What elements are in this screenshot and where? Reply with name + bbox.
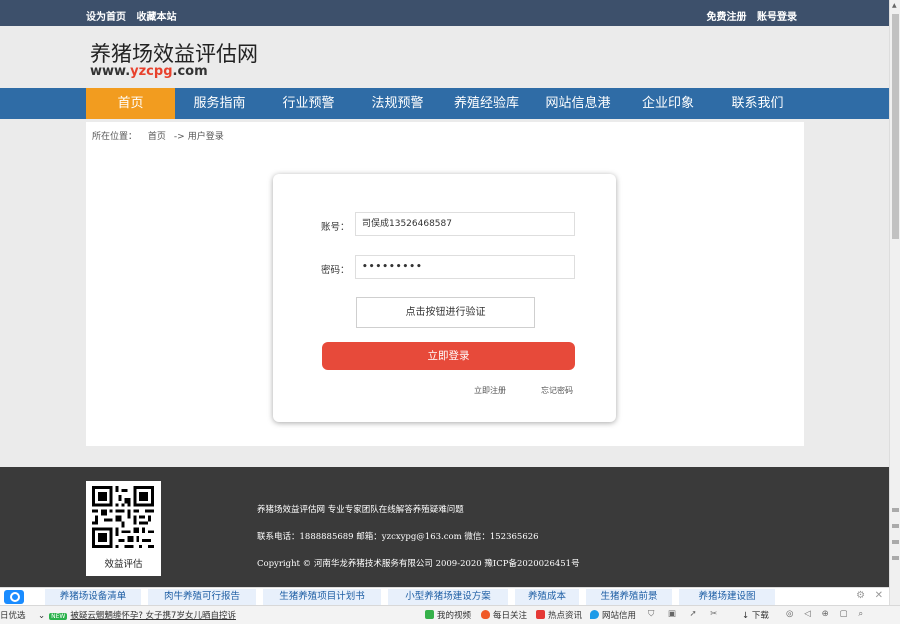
breadcrumb-current: 用户登录 — [187, 132, 224, 142]
site-header: 养猪场效益评估网 www.yzcpg.com — [0, 26, 889, 88]
tag-farm-drawing[interactable]: 养猪场建设图 — [679, 589, 775, 605]
tag-cattle-report[interactable]: 肉牛养殖可行报告 — [148, 589, 256, 605]
site-url: www.yzcpg.com — [90, 64, 208, 79]
top-bar-right: 免费注册 账号登录 — [700, 8, 797, 23]
browser-status-bar: 日优选 ⌄ NEW 被疑云魍魉缠怀孕? 女子携7岁女儿晒自控诉 我的视频 每日关注 … — [0, 605, 900, 624]
site-url-prefix: www. — [90, 64, 131, 79]
qr-code-box: 效益评估 — [86, 481, 161, 576]
site-url-suffix: .com — [172, 64, 208, 79]
hot-news-icon — [536, 610, 545, 619]
tag-small-farm-plan[interactable]: 小型养猪场建设方案 — [388, 589, 508, 605]
status-download[interactable]: ↓ 下载 — [742, 609, 769, 621]
site-footer: 效益评估 养猪场效益评估网 专业专家团队在线解答养殖疑难问题 联系电话：1888… — [0, 467, 889, 587]
video-icon — [425, 610, 434, 619]
breadcrumb-home-link[interactable]: 首页 — [148, 132, 166, 142]
site-url-highlight: yzcpg — [130, 64, 173, 79]
status-news-item[interactable]: ⌄ NEW 被疑云魍魉缠怀孕? 女子携7岁女儿晒自控诉 — [38, 609, 236, 621]
scissors-icon[interactable]: ✂ — [710, 609, 717, 619]
image-icon[interactable]: ▣ — [668, 609, 676, 619]
qr-label: 效益评估 — [104, 559, 143, 570]
verify-button[interactable]: 点击按钮进行验证 — [356, 297, 535, 328]
close-icon[interactable]: ✕ — [875, 590, 883, 601]
daily-focus-label: 每日关注 — [493, 611, 528, 621]
nav-item-industry-warning[interactable]: 行业预警 — [264, 88, 353, 119]
bookmark-site-link[interactable]: 收藏本站 — [136, 12, 176, 23]
nav-item-contact-us[interactable]: 联系我们 — [711, 88, 804, 119]
credit-icon — [590, 610, 599, 619]
breadcrumb: 所在位置： 首页 -> 用户登录 — [92, 129, 232, 142]
free-register-link[interactable]: 免费注册 — [707, 12, 747, 23]
pin-icon[interactable]: ▢ — [840, 609, 848, 619]
account-label: 账号： — [321, 222, 350, 233]
shield-icon[interactable]: ⛉ — [648, 609, 654, 619]
status-my-video[interactable]: 我的视频 — [425, 609, 471, 621]
tag-equipment-list[interactable]: 养猪场设备清单 — [45, 589, 141, 605]
status-tool-icons: ⛉ ▣ ➚ ✂ — [648, 609, 717, 619]
top-bar: 设为首页 收藏本站 免费注册 账号登录 — [0, 0, 889, 26]
hot-news-label: 热点资讯 — [548, 611, 583, 621]
qr-code-image — [92, 486, 154, 548]
status-left-text: 日优选 — [0, 611, 26, 621]
tag-pig-prospects[interactable]: 生猪养殖前景 — [586, 589, 672, 605]
nav-item-company-profile[interactable]: 企业印象 — [625, 88, 711, 119]
breadcrumb-label: 所在位置： — [92, 132, 138, 142]
status-hot-news[interactable]: 热点资讯 — [536, 609, 582, 621]
footer-copyright: Copyright © 河南华龙养猪技术服务有限公司 2009-2020 豫IC… — [257, 559, 580, 569]
status-daily-focus[interactable]: 每日关注 — [481, 609, 527, 621]
fire-icon — [481, 610, 490, 619]
download-label: 下载 — [751, 611, 769, 621]
password-input[interactable]: ••••••••• — [355, 255, 575, 279]
magnifier-icon[interactable]: ⌕ — [858, 609, 863, 619]
download-icon: ↓ — [742, 611, 750, 621]
tag-farming-cost[interactable]: 养殖成本 — [515, 589, 579, 605]
login-button[interactable]: 立即登录 — [322, 342, 575, 370]
new-badge: NEW — [49, 613, 68, 620]
vertical-scrollbar[interactable]: ▲ — [889, 0, 900, 606]
footer-tagline: 养猪场效益评估网 专业专家团队在线解答养殖疑难问题 — [257, 505, 464, 515]
nav-item-home[interactable]: 首页 — [86, 88, 175, 119]
headset-icon[interactable]: ◎ — [786, 609, 793, 619]
zoom-icon[interactable]: ⊕ — [822, 609, 829, 619]
scrollbar-thumb[interactable] — [892, 14, 899, 239]
my-video-label: 我的视频 — [437, 611, 472, 621]
keyword-tag-bar: 养猪场设备清单 肉牛养殖可行报告 生猪养殖项目计划书 小型养猪场建设方案 养殖成… — [0, 587, 889, 605]
scroll-up-arrow-icon[interactable]: ▲ — [892, 2, 897, 9]
status-right-icons: ◎ ◁ ⊕ ▢ ⌕ — [786, 609, 863, 619]
chevron-down-icon[interactable]: ⌄ — [38, 611, 45, 621]
login-card: 账号： 司俣成13526468587 密码： ••••••••• 点击按钮进行验… — [273, 174, 616, 422]
status-site-credit[interactable]: 网站信用 — [590, 609, 636, 621]
forgot-password-link[interactable]: 忘记密码 — [541, 385, 573, 396]
speaker-icon[interactable]: ◁ — [804, 609, 811, 619]
rocket-icon[interactable]: ➚ — [689, 609, 696, 619]
tag-project-plan[interactable]: 生猪养殖项目计划书 — [263, 589, 381, 605]
settings-icon[interactable]: ⚙ — [856, 590, 865, 601]
site-credit-label: 网站信用 — [602, 611, 637, 621]
password-label: 密码： — [321, 265, 350, 276]
main-nav: 首页 服务指南 行业预警 法规预警 养殖经验库 网站信息港 企业印象 联系我们 — [0, 88, 889, 119]
tagbar-controls: ⚙ ✕ — [856, 590, 883, 601]
scrollbar-marks — [892, 508, 899, 572]
nav-item-regulation-warning[interactable]: 法规预警 — [353, 88, 442, 119]
main-content: 所在位置： 首页 -> 用户登录 账号： 司俣成13526468587 密码： ••… — [86, 122, 804, 446]
nav-item-experience-library[interactable]: 养殖经验库 — [442, 88, 531, 119]
account-login-link[interactable]: 账号登录 — [757, 12, 797, 23]
footer-contact: 联系电话：1888885689 邮箱：yzcxypg@163.com 微信：15… — [257, 532, 539, 542]
top-bar-left: 设为首页 收藏本站 — [86, 8, 183, 23]
search-icon[interactable] — [4, 590, 24, 604]
nav-item-service-guide[interactable]: 服务指南 — [175, 88, 264, 119]
news-link[interactable]: 被疑云魍魉缠怀孕? 女子携7岁女儿晒自控诉 — [70, 611, 236, 621]
nav-item-info-port[interactable]: 网站信息港 — [531, 88, 625, 119]
set-homepage-link[interactable]: 设为首页 — [86, 12, 126, 23]
register-link[interactable]: 立即注册 — [474, 385, 506, 396]
account-input[interactable]: 司俣成13526468587 — [355, 212, 575, 236]
breadcrumb-separator: -> — [173, 132, 185, 142]
